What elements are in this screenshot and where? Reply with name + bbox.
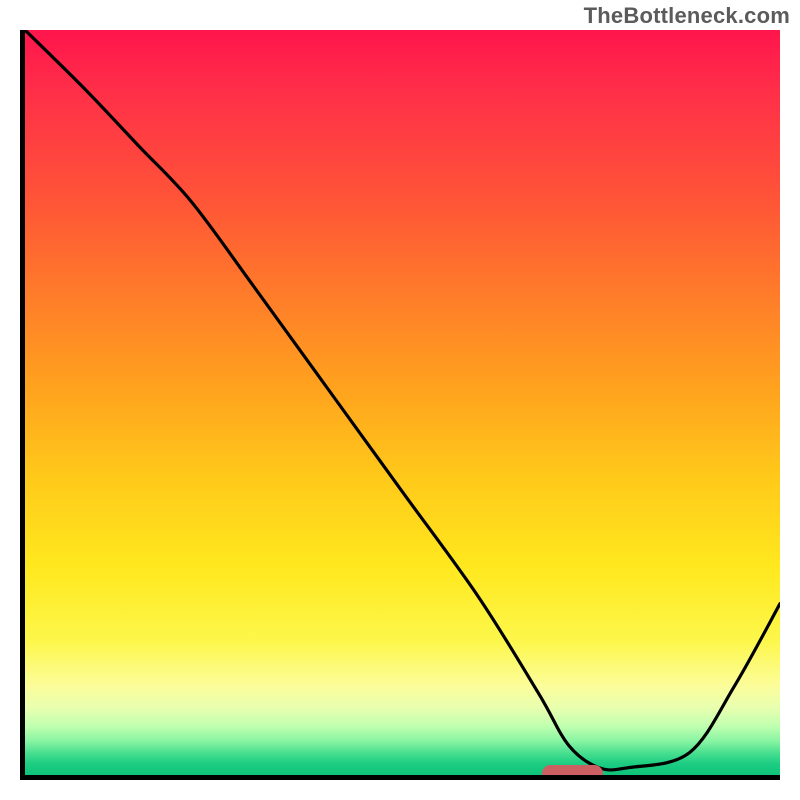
- curve-path: [25, 30, 780, 770]
- bottleneck-curve: [25, 30, 780, 775]
- optimal-marker: [542, 765, 603, 781]
- watermark-text: TheBottleneck.com: [584, 3, 790, 29]
- plot-area: [20, 30, 780, 780]
- chart-container: TheBottleneck.com: [0, 0, 800, 800]
